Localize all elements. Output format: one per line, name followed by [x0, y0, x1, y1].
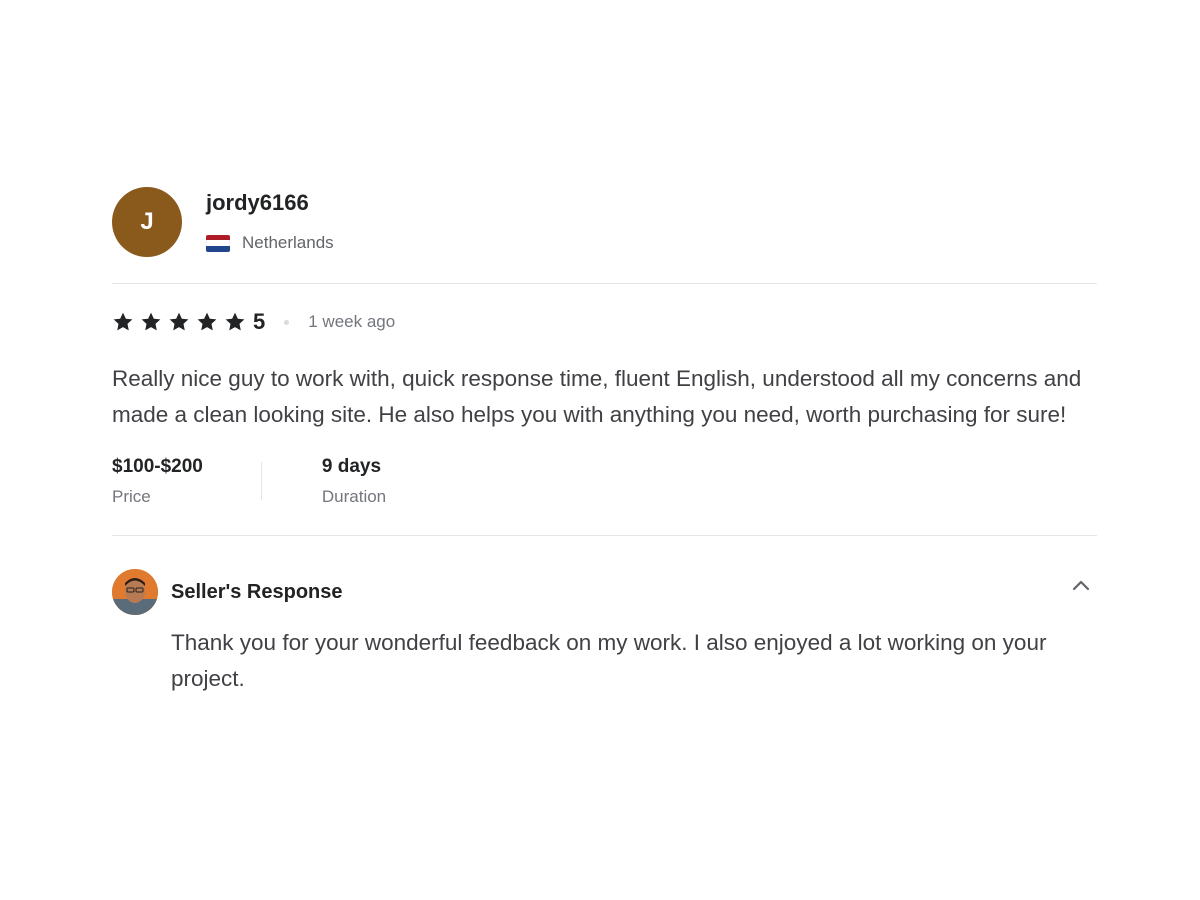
review-card: J jordy6166 Netherlands 5 1 week ago Rea…	[112, 187, 1097, 696]
reviewer-country: Netherlands	[206, 233, 334, 253]
reviewer-header: J jordy6166 Netherlands	[112, 187, 1097, 284]
rating-row: 5 1 week ago	[112, 309, 1097, 334]
reviewer-initial: J	[140, 208, 154, 235]
seller-response-text: Thank you for your wonderful feedback on…	[171, 630, 1047, 691]
netherlands-flag-icon	[206, 234, 230, 252]
star-icon	[112, 311, 134, 333]
review-meta: $100-$200 Price 9 days Duration	[112, 456, 1097, 536]
price-info: $100-$200 Price	[112, 456, 203, 507]
star-icon	[224, 311, 246, 333]
reviewer-avatar[interactable]: J	[112, 187, 182, 257]
duration-info: 9 days Duration	[322, 456, 386, 507]
seller-avatar	[112, 569, 158, 615]
review-text: Really nice guy to work with, quick resp…	[112, 366, 1082, 427]
seller-response: Seller's Response Thank you for your won…	[112, 569, 1097, 696]
reviewer-info: jordy6166 Netherlands	[206, 190, 334, 253]
meta-divider	[260, 462, 262, 500]
price-label: Price	[112, 487, 151, 506]
reviewer-username[interactable]: jordy6166	[206, 190, 334, 216]
star-icon	[168, 311, 190, 333]
country-name: Netherlands	[242, 233, 334, 252]
star-icon	[196, 311, 218, 333]
star-icon	[140, 311, 162, 333]
separator-dot	[284, 319, 290, 325]
duration-value: 9 days	[321, 456, 382, 477]
chevron-up-icon[interactable]	[1069, 574, 1093, 598]
review-time-ago: 1 week ago	[308, 312, 396, 331]
star-rating	[112, 311, 252, 333]
price-value: $100-$200	[112, 456, 203, 477]
duration-label: Duration	[321, 487, 387, 506]
seller-response-title: Seller's Response	[171, 580, 343, 603]
rating-value: 5	[253, 309, 266, 334]
seller-response-header: Seller's Response	[112, 569, 1097, 615]
